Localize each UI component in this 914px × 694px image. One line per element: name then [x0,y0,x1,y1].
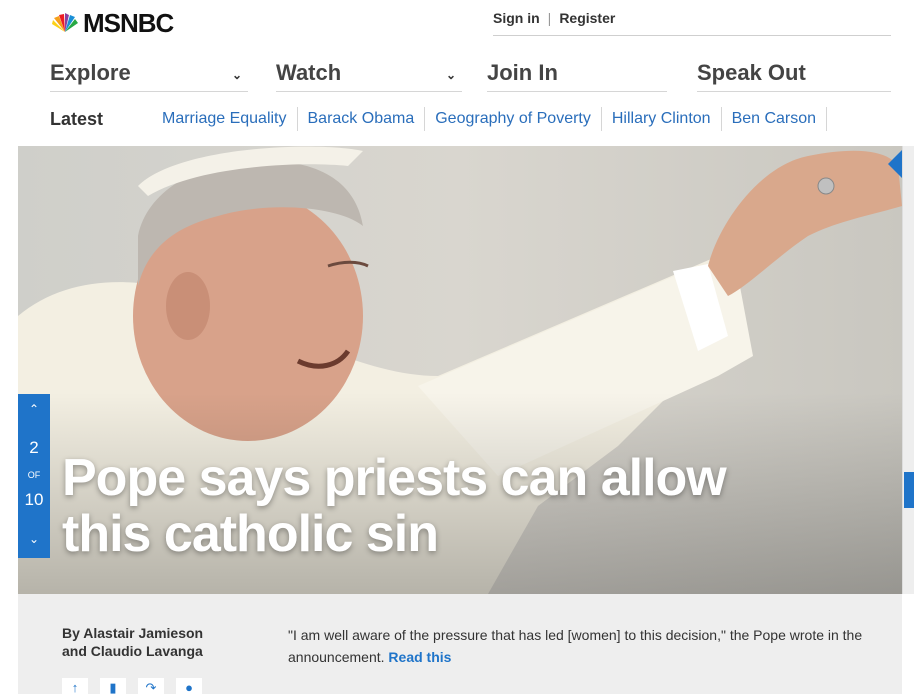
latest-bar: Latest Marriage Equality Barack Obama Ge… [0,106,914,132]
slide-of-label: OF [27,470,41,480]
share-icon[interactable]: ↑ [62,678,88,694]
article-meta: By Alastair Jamieson and Claudio Lavanga… [18,594,902,694]
chevron-up-icon[interactable]: ⌃ [18,402,50,416]
forward-icon[interactable]: ↷ [138,678,164,694]
register-link[interactable]: Register [559,10,615,26]
slide-counter: ⌃ 2 OF 10 ⌄ [18,394,50,558]
latest-label: Latest [50,108,104,129]
share-bar: ↑ ▮ ↷ ● [62,678,202,694]
headline-line-1: Pope says priests can allow [62,449,727,507]
byline: By Alastair Jamieson and Claudio Lavanga [62,624,252,660]
rail-position-marker[interactable] [904,472,914,508]
nav-watch-label: Watch [276,60,342,85]
headline-line-2: this catholic sin [62,505,439,563]
topic-link[interactable]: Barack Obama [298,107,426,131]
right-scroll-rail[interactable] [902,146,914,594]
headline[interactable]: Pope says priests can allow this catholi… [62,450,822,562]
topic-link[interactable]: Geography of Poverty [425,107,602,131]
slide-current: 2 [29,438,39,457]
nav-watch[interactable]: Watch ⌄ [276,60,462,92]
main-nav: Explore ⌄ Watch ⌄ Join In Speak Out [0,60,914,94]
msnbc-logo[interactable]: MSNBC [50,7,174,38]
hero-slide[interactable]: Pope says priests can allow this catholi… [18,146,902,594]
byline-line-2: and Claudio Lavanga [62,643,203,659]
chevron-down-icon: ⌄ [231,68,242,82]
topic-link[interactable]: Hillary Clinton [602,107,722,131]
topic-link[interactable]: Ben Carson [722,107,828,131]
quote-text: "I am well aware of the pressure that ha… [288,627,863,665]
read-more-link[interactable]: Read this [388,649,451,665]
topic-link[interactable]: Marriage Equality [152,107,298,131]
rail-pointer-icon [888,150,902,178]
peacock-icon [52,13,78,32]
auth-divider: | [547,10,552,26]
nav-join-in[interactable]: Join In [487,60,667,92]
byline-line-1: By Alastair Jamieson [62,625,204,641]
slide-total: 10 [24,490,44,509]
nav-speak-out[interactable]: Speak Out [697,60,891,92]
nav-explore[interactable]: Explore ⌄ [50,60,248,92]
comment-icon[interactable]: ● [176,678,202,694]
bookmark-icon[interactable]: ▮ [100,678,126,694]
nav-join-in-label: Join In [487,60,558,85]
chevron-down-icon: ⌄ [445,68,456,82]
nav-speak-out-label: Speak Out [697,60,806,85]
sign-in-link[interactable]: Sign in [493,10,540,26]
auth-links: Sign in | Register [493,10,891,36]
topic-list: Marriage Equality Barack Obama Geography… [152,106,828,132]
article-quote: "I am well aware of the pressure that ha… [288,624,878,668]
logo-text: MSNBC [83,7,174,38]
chevron-down-icon[interactable]: ⌄ [18,532,50,546]
nav-explore-label: Explore [50,60,131,85]
